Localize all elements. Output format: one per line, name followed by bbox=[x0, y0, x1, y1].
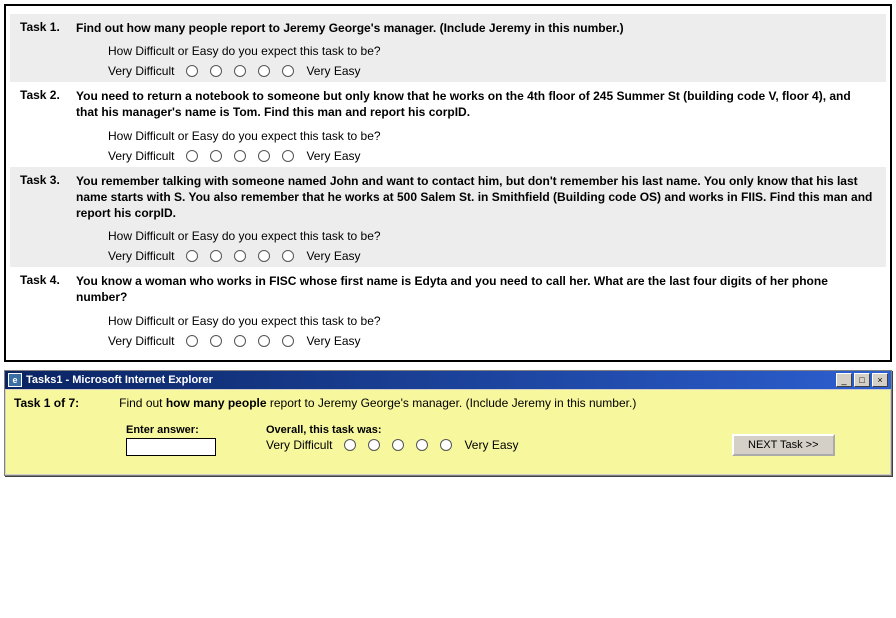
task-block-1: Task 1. Find out how many people report … bbox=[10, 14, 886, 82]
scale-label-right: Very Easy bbox=[306, 334, 360, 348]
task-header: Task 1 of 7: Find out how many people re… bbox=[14, 396, 882, 410]
scale-radio-1[interactable] bbox=[186, 250, 198, 262]
scale-radio-2[interactable] bbox=[210, 65, 222, 77]
scale-radio-1[interactable] bbox=[344, 439, 356, 451]
scale-label-right: Very Easy bbox=[306, 64, 360, 78]
task-number: Task 4. bbox=[20, 273, 76, 287]
window-controls: _ □ × bbox=[836, 373, 888, 387]
scale-radio-2[interactable] bbox=[368, 439, 380, 451]
scale-radio-3[interactable] bbox=[234, 250, 246, 262]
scale-radio-4[interactable] bbox=[258, 150, 270, 162]
overall-column: Overall, this task was: Very Difficult V… bbox=[266, 424, 732, 452]
scale-radio-2[interactable] bbox=[210, 150, 222, 162]
maximize-button[interactable]: □ bbox=[854, 373, 870, 387]
overall-scale: Very Difficult Very Easy bbox=[266, 438, 732, 452]
scale-radio-1[interactable] bbox=[186, 150, 198, 162]
difficulty-scale: Very Difficult Very Easy bbox=[108, 64, 876, 78]
difficulty-scale: Very Difficult Very Easy bbox=[108, 149, 876, 163]
window-title: Tasks1 - Microsoft Internet Explorer bbox=[26, 374, 836, 386]
scale-radio-5[interactable] bbox=[282, 250, 294, 262]
scale-radio-2[interactable] bbox=[210, 335, 222, 347]
task-number: Task 3. bbox=[20, 173, 76, 187]
overall-label: Overall, this task was: bbox=[266, 424, 732, 436]
window-content: Task 1 of 7: Find out how many people re… bbox=[5, 389, 891, 475]
scale-radio-4[interactable] bbox=[258, 65, 270, 77]
task-window: e Tasks1 - Microsoft Internet Explorer _… bbox=[4, 370, 892, 476]
answer-label: Enter answer: bbox=[126, 424, 266, 436]
scale-radio-3[interactable] bbox=[392, 439, 404, 451]
task-description: You know a woman who works in FISC whose… bbox=[76, 273, 876, 305]
task-description: You need to return a notebook to someone… bbox=[76, 88, 876, 120]
task-body: You need to return a notebook to someone… bbox=[76, 88, 876, 162]
scale-radio-3[interactable] bbox=[234, 335, 246, 347]
scale-label-left: Very Difficult bbox=[108, 149, 174, 163]
task-instruction: Find out how many people report to Jerem… bbox=[119, 396, 882, 410]
difficulty-scale: Very Difficult Very Easy bbox=[108, 249, 876, 263]
scale-label-right: Very Easy bbox=[464, 438, 518, 452]
scale-radio-5[interactable] bbox=[282, 150, 294, 162]
difficulty-prompt: How Difficult or Easy do you expect this… bbox=[108, 44, 876, 58]
scale-label-left: Very Difficult bbox=[108, 334, 174, 348]
task-number: Task 2. bbox=[20, 88, 76, 102]
scale-label-left: Very Difficult bbox=[108, 64, 174, 78]
task-description: Find out how many people report to Jerem… bbox=[76, 20, 876, 36]
scale-radio-3[interactable] bbox=[234, 150, 246, 162]
scale-label-left: Very Difficult bbox=[266, 438, 332, 452]
scale-radio-3[interactable] bbox=[234, 65, 246, 77]
instr-bold: how many people bbox=[166, 396, 267, 410]
scale-radio-1[interactable] bbox=[186, 65, 198, 77]
scale-label-left: Very Difficult bbox=[108, 249, 174, 263]
next-task-button[interactable]: NEXT Task >> bbox=[732, 434, 835, 456]
task-block-3: Task 3. You remember talking with someon… bbox=[10, 167, 886, 268]
close-button[interactable]: × bbox=[872, 373, 888, 387]
answer-input[interactable] bbox=[126, 438, 216, 456]
task-counter: Task 1 of 7: bbox=[14, 396, 79, 410]
task-block-2: Task 2. You need to return a notebook to… bbox=[10, 82, 886, 166]
task-description: You remember talking with someone named … bbox=[76, 173, 876, 222]
difficulty-prompt: How Difficult or Easy do you expect this… bbox=[108, 129, 876, 143]
window-titlebar: e Tasks1 - Microsoft Internet Explorer _… bbox=[5, 371, 891, 389]
ie-icon: e bbox=[8, 373, 22, 387]
task-body: You remember talking with someone named … bbox=[76, 173, 876, 264]
answer-column: Enter answer: bbox=[126, 424, 266, 456]
scale-radio-1[interactable] bbox=[186, 335, 198, 347]
scale-label-right: Very Easy bbox=[306, 149, 360, 163]
scale-label-right: Very Easy bbox=[306, 249, 360, 263]
answer-form: Enter answer: Overall, this task was: Ve… bbox=[14, 424, 882, 456]
instr-prefix: Find out bbox=[119, 396, 166, 410]
task-body: You know a woman who works in FISC whose… bbox=[76, 273, 876, 347]
questionnaire-panel: Task 1. Find out how many people report … bbox=[4, 4, 892, 362]
instr-suffix: report to Jeremy George's manager. (Incl… bbox=[267, 396, 637, 410]
scale-radio-2[interactable] bbox=[210, 250, 222, 262]
next-column: NEXT Task >> bbox=[732, 424, 882, 456]
scale-radio-4[interactable] bbox=[258, 335, 270, 347]
scale-radio-5[interactable] bbox=[282, 65, 294, 77]
task-block-4: Task 4. You know a woman who works in FI… bbox=[10, 267, 886, 351]
task-number: Task 1. bbox=[20, 20, 76, 34]
minimize-button[interactable]: _ bbox=[836, 373, 852, 387]
scale-radio-5[interactable] bbox=[440, 439, 452, 451]
scale-radio-4[interactable] bbox=[416, 439, 428, 451]
scale-radio-5[interactable] bbox=[282, 335, 294, 347]
difficulty-prompt: How Difficult or Easy do you expect this… bbox=[108, 314, 876, 328]
difficulty-prompt: How Difficult or Easy do you expect this… bbox=[108, 229, 876, 243]
difficulty-scale: Very Difficult Very Easy bbox=[108, 334, 876, 348]
task-body: Find out how many people report to Jerem… bbox=[76, 20, 876, 78]
scale-radio-4[interactable] bbox=[258, 250, 270, 262]
